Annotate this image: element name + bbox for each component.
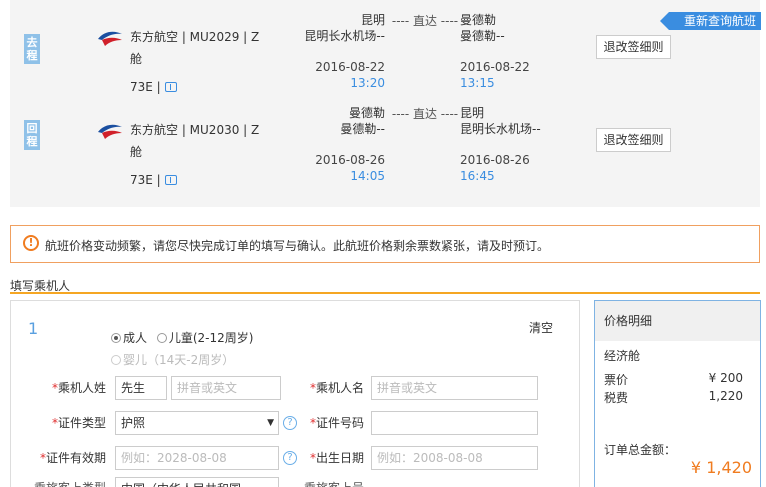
departure-city: 曼德勒	[348, 106, 385, 120]
radio-child[interactable]: 儿童(2-12周岁)	[156, 327, 253, 349]
arrival-time: 13:15	[460, 76, 495, 90]
chevron-down-icon: ▼	[267, 418, 274, 428]
direction-tag: 去程	[24, 34, 40, 64]
arrival-date: 2016-08-22	[460, 60, 530, 74]
aircraft-type: 73E |	[130, 173, 177, 187]
id-type-select[interactable]: 护照 ▼	[115, 411, 279, 435]
requery-flights-button[interactable]: 重新查询航班	[660, 12, 761, 30]
direction-tag: 回程	[24, 120, 40, 150]
total-value: ¥ 1,420	[690, 458, 752, 477]
id-number-label: *证件号码	[309, 416, 364, 430]
radio-infant: 婴儿（14天-2周岁）	[111, 349, 234, 371]
radio-adult[interactable]: 成人	[111, 327, 147, 349]
flight-return: 回程 东方航空 | MU2030 | Z舱 73E | 曼德勒 曼德勒-- 20…	[10, 100, 760, 200]
departure-airport: 曼德勒--	[340, 122, 385, 136]
departure-date: 2016-08-26	[315, 153, 385, 167]
china-eastern-logo-icon	[98, 124, 122, 139]
price-title: 价格明细	[595, 301, 760, 341]
arrival-airport: 曼德勒--	[460, 29, 505, 43]
given-name-label: *乘机人名	[309, 381, 364, 395]
departure-info: 昆明 昆明长水机场-- 2016-08-22 13:20	[280, 12, 385, 91]
departure-time: 14:05	[350, 169, 385, 183]
book-icon[interactable]	[164, 175, 177, 185]
aircraft-type: 73E |	[130, 80, 177, 94]
departure-airport: 昆明长水机场--	[304, 29, 385, 43]
tax-value: 1,220	[708, 389, 743, 403]
tax-label: 税费	[604, 391, 629, 405]
arrival-date: 2016-08-26	[460, 153, 530, 167]
given-name-input[interactable]: 拼音或英文	[371, 376, 538, 400]
clear-button[interactable]: 清空	[529, 319, 553, 336]
passenger-no-label: 乘旅客上号	[274, 479, 364, 487]
id-expiry-input[interactable]: 例如：2028-08-08	[115, 446, 279, 470]
arrival-city: 曼德勒	[460, 13, 497, 27]
birth-date-input[interactable]: 例如：2008-08-08	[371, 446, 538, 470]
departure-time: 13:20	[350, 76, 385, 90]
radio-disabled-icon	[111, 355, 121, 365]
fare-value: ¥ 200	[708, 371, 743, 385]
section-divider	[10, 292, 760, 294]
warning-icon: !	[23, 235, 39, 251]
birth-date-label: *出生日期	[309, 451, 364, 465]
total-label: 订单总金额：	[604, 443, 677, 457]
id-expiry-label: *证件有效期	[39, 451, 106, 465]
departure-date: 2016-08-22	[315, 60, 385, 74]
airline-info: 东方航空 | MU2029 | Z舱	[130, 30, 260, 66]
book-icon[interactable]	[164, 82, 177, 92]
airline-info: 东方航空 | MU2030 | Z舱	[130, 123, 260, 159]
surname-input[interactable]: 拼音或英文	[171, 376, 281, 400]
refund-rules-button[interactable]: 退改签细则	[596, 128, 671, 152]
passenger-type-group: 成人 儿童(2-12周岁) 婴儿（14天-2周岁）	[111, 327, 381, 371]
departure-city: 昆明	[360, 13, 385, 27]
route-type: ---- 直达 ----	[391, 107, 459, 121]
flight-outbound: 去程 东方航空 | MU2029 | Z舱 73E | 昆明 昆明长水机场-- …	[10, 0, 760, 100]
arrival-info: 昆明 昆明长水机场-- 2016-08-26 16:45	[460, 105, 580, 184]
id-type-label: *证件类型	[51, 416, 106, 430]
refund-rules-button[interactable]: 退改签细则	[596, 35, 671, 59]
id-number-input[interactable]	[371, 411, 538, 435]
route-type: ---- 直达 ----	[391, 14, 459, 28]
nationality-select[interactable]: 中国（中华人民共和国	[115, 477, 279, 487]
passenger-index: 1	[28, 319, 39, 338]
price-summary: 价格明细 经济舱 票价 ¥ 200 税费 1,220 订单总金额： ¥ 1,42…	[594, 300, 761, 487]
price-notice: ! 航班价格变动频繁，请您尽快完成订单的填写与确认。此航班价格剩余票数紧张，请及…	[10, 225, 760, 263]
radio-checked-icon	[111, 333, 121, 343]
arrival-time: 16:45	[460, 169, 495, 183]
flight-summary: 去程 东方航空 | MU2029 | Z舱 73E | 昆明 昆明长水机场-- …	[10, 0, 760, 207]
cabin-class: 经济舱	[604, 349, 641, 363]
china-eastern-logo-icon	[98, 31, 122, 46]
title-select[interactable]: 先生	[115, 376, 167, 400]
arrival-info: 曼德勒 曼德勒-- 2016-08-22 13:15	[460, 12, 580, 91]
fare-label: 票价	[604, 373, 629, 387]
passenger-type-label: 乘旅客上类型	[16, 479, 106, 487]
departure-info: 曼德勒 曼德勒-- 2016-08-26 14:05	[280, 105, 385, 184]
passenger-form: 1 清空 成人 儿童(2-12周岁) 婴儿（14天-2周岁） *乘机人姓 先生 …	[10, 300, 580, 487]
arrival-airport: 昆明长水机场--	[460, 122, 541, 136]
arrival-city: 昆明	[460, 106, 485, 120]
surname-label: *乘机人姓	[51, 381, 106, 395]
notice-text: 航班价格变动频繁，请您尽快完成订单的填写与确认。此航班价格剩余票数紧张，请及时预…	[45, 239, 550, 253]
radio-unchecked-icon	[156, 333, 167, 343]
